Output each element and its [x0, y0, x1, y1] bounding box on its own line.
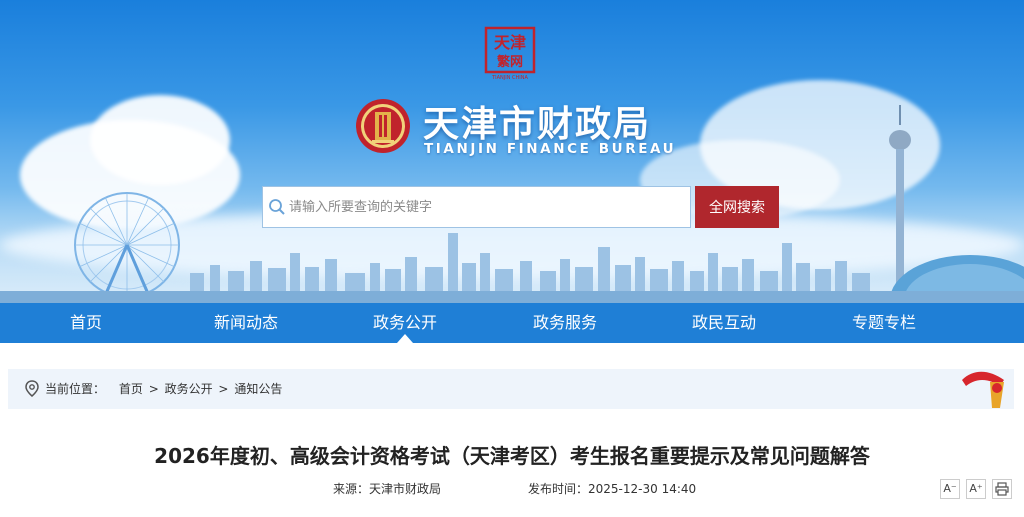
- source-label: 来源：: [333, 482, 370, 496]
- breadcrumb-separator: >: [218, 382, 229, 396]
- header-banner: 天津 繁网 TIANJIN CHINA 天津市财政局 TIANJIN FINAN…: [0, 0, 1024, 303]
- source-value: 天津市财政局: [369, 482, 442, 496]
- main-nav: 首页 新闻动态 政务公开 政务服务 政民互动 专题专栏: [0, 303, 1024, 343]
- search-box: [262, 186, 691, 228]
- date-value: 2025-12-30 14:40: [588, 482, 697, 496]
- font-increase-button[interactable]: A⁺: [966, 479, 986, 499]
- breadcrumb: 当前位置： 首页 > 政务公开 > 通知公告: [45, 369, 284, 409]
- tianjin-seal-logo: 天津 繁网 TIANJIN CHINA: [484, 26, 536, 81]
- print-icon: [995, 482, 1009, 496]
- breadcrumb-separator: >: [148, 382, 159, 396]
- font-decrease-button[interactable]: A⁻: [940, 479, 960, 499]
- site-name-cn: 天津市财政局: [423, 104, 652, 145]
- article-date: 发布时间：2025-12-30 14:40: [528, 480, 696, 497]
- breadcrumb-item-home[interactable]: 首页: [119, 382, 143, 396]
- nav-item-special-topics[interactable]: 专题专栏: [824, 303, 944, 343]
- svg-text:TIANJIN CHINA: TIANJIN CHINA: [491, 75, 528, 81]
- nav-item-home[interactable]: 首页: [26, 303, 146, 343]
- svg-text:繁网: 繁网: [497, 54, 523, 70]
- search-input[interactable]: [289, 187, 687, 227]
- breadcrumb-bar: 当前位置： 首页 > 政务公开 > 通知公告: [8, 369, 1014, 409]
- nav-item-gov-services[interactable]: 政务服务: [505, 303, 625, 343]
- date-label: 发布时间：: [528, 482, 589, 496]
- cloud-decoration: [90, 95, 230, 185]
- nav-item-interaction[interactable]: 政民互动: [664, 303, 784, 343]
- article-title: 2026年度初、高级会计资格考试（天津考区）考生报名重要提示及常见问题解答: [154, 444, 870, 468]
- finance-bureau-emblem-icon: [356, 99, 410, 153]
- active-nav-indicator: [397, 334, 413, 343]
- ribbon-decoration: [962, 371, 1004, 408]
- breadcrumb-prefix: 当前位置：: [45, 382, 106, 396]
- city-skyline-illustration: [0, 233, 1024, 303]
- search-icon: [269, 199, 285, 215]
- breadcrumb-item-gov-affairs[interactable]: 政务公开: [165, 382, 213, 396]
- svg-text:天津: 天津: [494, 33, 526, 52]
- print-button[interactable]: [992, 479, 1012, 499]
- site-search-button[interactable]: 全网搜索: [695, 186, 779, 228]
- breadcrumb-item-notices[interactable]: 通知公告: [234, 382, 282, 396]
- location-pin-icon: [25, 380, 39, 397]
- article-source: 来源：天津市财政局: [333, 480, 441, 497]
- site-name-en: TIANJIN FINANCE BUREAU: [424, 141, 677, 157]
- nav-item-news[interactable]: 新闻动态: [186, 303, 306, 343]
